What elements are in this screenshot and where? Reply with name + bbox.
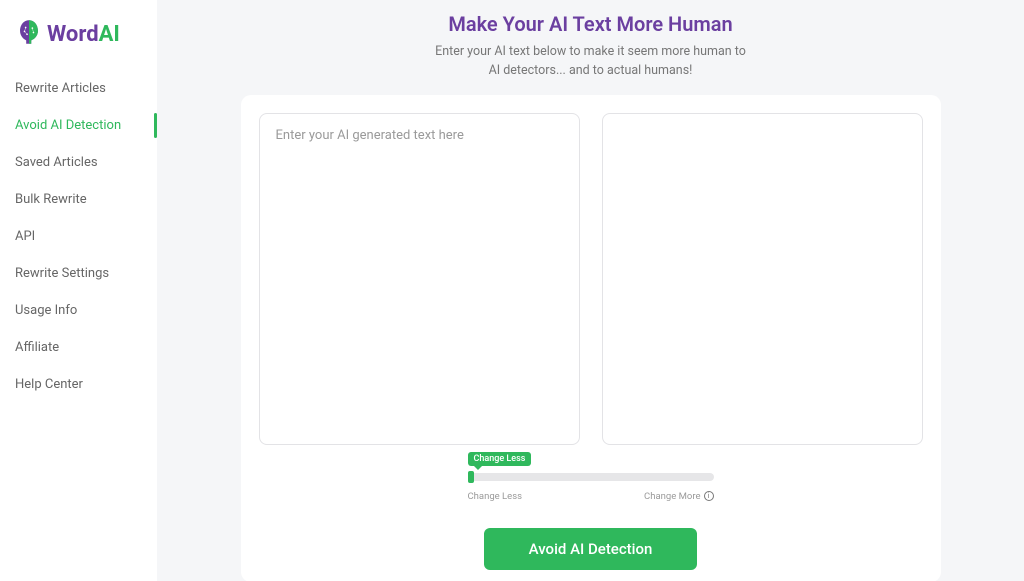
sidebar-item-affiliate[interactable]: Affiliate <box>0 329 157 366</box>
sidebar-item-help-center[interactable]: Help Center <box>0 366 157 403</box>
brand-logo[interactable]: WordAI <box>0 18 157 70</box>
change-amount-slider[interactable]: Change Less Change Less Change More i <box>468 473 714 502</box>
slider-label-right: Change More i <box>644 491 713 502</box>
editor-card: Change Less Change Less Change More i Av… <box>241 95 941 581</box>
slider-track[interactable] <box>468 473 714 481</box>
sidebar-nav: Rewrite Articles Avoid AI Detection Save… <box>0 70 157 403</box>
sidebar-item-saved-articles[interactable]: Saved Articles <box>0 144 157 181</box>
sidebar-item-usage-info[interactable]: Usage Info <box>0 292 157 329</box>
brand-logo-text: WordAI <box>47 22 120 47</box>
input-textarea[interactable] <box>259 113 580 445</box>
subtitle-line2: AI detectors... and to actual humans! <box>489 63 693 78</box>
subtitle-line1: Enter your AI text below to make it seem… <box>435 44 746 59</box>
slider-label-left: Change Less <box>468 491 523 502</box>
slider-labels: Change Less Change More i <box>468 491 714 502</box>
info-icon[interactable]: i <box>704 491 714 501</box>
slider-tooltip: Change Less <box>468 452 532 466</box>
brand-logo-mark-icon <box>15 18 43 50</box>
page-title: Make Your AI Text More Human <box>448 12 732 36</box>
page-subtitle: Enter your AI text below to make it seem… <box>435 42 746 81</box>
slider-label-right-text: Change More <box>644 491 700 502</box>
panes-row <box>259 113 923 445</box>
brand-ai: AI <box>99 22 120 47</box>
sidebar-item-api[interactable]: API <box>0 218 157 255</box>
main-content: Make Your AI Text More Human Enter your … <box>157 0 1024 581</box>
sidebar-item-bulk-rewrite[interactable]: Bulk Rewrite <box>0 181 157 218</box>
sidebar-item-rewrite-articles[interactable]: Rewrite Articles <box>0 70 157 107</box>
brand-word: Word <box>47 22 99 47</box>
slider-thumb[interactable] <box>468 471 474 483</box>
sidebar-item-rewrite-settings[interactable]: Rewrite Settings <box>0 255 157 292</box>
sidebar: WordAI Rewrite Articles Avoid AI Detecti… <box>0 0 157 581</box>
sidebar-item-avoid-ai-detection[interactable]: Avoid AI Detection <box>0 107 157 144</box>
avoid-ai-detection-button[interactable]: Avoid AI Detection <box>484 528 698 570</box>
output-pane <box>602 113 923 445</box>
